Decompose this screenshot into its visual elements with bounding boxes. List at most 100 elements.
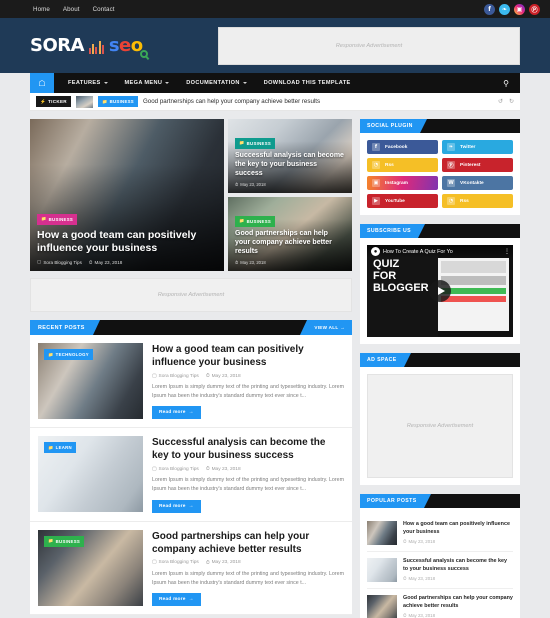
post-thumbnail[interactable]: 📁 TECHNOLOGY bbox=[38, 343, 143, 419]
ticker-headline[interactable]: Good partnerships can help your company … bbox=[143, 98, 320, 105]
featured-secondary-category-2[interactable]: 📁 BUSINESS bbox=[235, 215, 276, 227]
topnav-home[interactable]: Home bbox=[33, 6, 50, 13]
nav-item-features[interactable]: FEATURES bbox=[68, 80, 108, 86]
pinterest-icon[interactable]: Ⓟ bbox=[529, 3, 540, 15]
featured-main-date: ⏱ May 23, 2018 bbox=[89, 260, 122, 265]
post-author: ▢ Sora Blogging Tips bbox=[152, 373, 199, 379]
social-button-vkontakte[interactable]: W VKontakte bbox=[442, 176, 513, 190]
ticker-next-icon[interactable]: ↻ bbox=[509, 98, 514, 105]
view-all-label: VIEW ALL bbox=[314, 325, 339, 330]
post-category-badge[interactable]: 📁 TECHNOLOGY bbox=[44, 349, 93, 360]
read-more-button[interactable]: Read more → bbox=[152, 499, 201, 513]
post-item[interactable]: 📁 TECHNOLOGY How a good team can positiv… bbox=[30, 335, 352, 429]
popular-post-text: Good partnerships can help your company … bbox=[403, 595, 513, 618]
popular-post-item[interactable]: Good partnerships can help your company … bbox=[367, 588, 513, 618]
vkontakte-icon: W bbox=[447, 179, 455, 187]
popular-post-title[interactable]: Successful analysis can become the key t… bbox=[403, 558, 513, 573]
read-more-button[interactable]: Read more → bbox=[152, 593, 201, 607]
nav-label-documentation: DOCUMENTATION bbox=[186, 80, 240, 86]
sidebar-ad-label: Responsive Advertisement bbox=[406, 423, 474, 429]
social-button-rss[interactable]: ◔ Rss bbox=[367, 158, 438, 172]
widget-popular-posts: POPULAR POSTS How a good team can positi… bbox=[360, 494, 520, 618]
post-item[interactable]: 📁 BUSINESS Good partnerships can help yo… bbox=[30, 521, 352, 616]
video-title[interactable]: How To Create A Quiz For Yo bbox=[383, 249, 453, 255]
featured-secondary-title-1[interactable]: Successful analysis can become the key t… bbox=[235, 152, 345, 179]
quiz-wrong-bar bbox=[441, 296, 506, 302]
instagram-icon[interactable]: ▣ bbox=[514, 3, 525, 15]
featured-main-author-label: Sora Blogging Tips bbox=[43, 259, 82, 265]
header-advertisement: Responsive Advertisement bbox=[218, 26, 520, 65]
topnav-about[interactable]: About bbox=[63, 6, 80, 13]
nav-item-download[interactable]: DOWNLOAD THIS TEMPLATE bbox=[264, 80, 351, 86]
video-player[interactable]: QUIZ FOR BLOGGER ● How To Create A Quiz … bbox=[367, 245, 513, 337]
subscribe-body: QUIZ FOR BLOGGER ● How To Create A Quiz … bbox=[360, 238, 520, 344]
widget-ad-space: AD SPACE Responsive Advertisement bbox=[360, 353, 520, 485]
bolt-icon: ⚡ bbox=[40, 98, 47, 104]
topnav-contact[interactable]: Contact bbox=[93, 6, 115, 13]
post-date-label: May 23, 2018 bbox=[211, 560, 241, 566]
post-title[interactable]: Good partnerships can help your company … bbox=[152, 530, 344, 556]
main-column: 📁 BUSINESS How a good team can positivel… bbox=[30, 119, 352, 618]
post-excerpt: Lorem Ipsum is simply dummy text of the … bbox=[152, 570, 344, 586]
play-button-icon[interactable] bbox=[429, 280, 451, 302]
inline-advertisement: Responsive Advertisement bbox=[30, 278, 352, 312]
home-icon[interactable]: ☖ bbox=[30, 73, 54, 93]
featured-secondary-post-2[interactable]: 📁 BUSINESS Good partnerships can help yo… bbox=[228, 197, 352, 271]
view-all-button[interactable]: VIEW ALL → bbox=[300, 320, 352, 335]
post-category-badge[interactable]: 📁 BUSINESS bbox=[44, 535, 85, 547]
social-button-label: Rss bbox=[385, 162, 394, 168]
post-thumbnail[interactable]: 📁 BUSINESS bbox=[38, 529, 143, 606]
post-category-badge[interactable]: 📁 LEARN bbox=[44, 442, 76, 454]
twitter-icon[interactable]: ❧ bbox=[499, 3, 510, 15]
featured-main-post[interactable]: 📁 BUSINESS How a good team can positivel… bbox=[30, 119, 224, 271]
social-button-pinterest[interactable]: Ⓟ Pinterest bbox=[442, 158, 513, 172]
post-title[interactable]: How a good team can positively influence… bbox=[152, 343, 344, 369]
popular-post-title[interactable]: How a good team can positively influence… bbox=[403, 521, 513, 536]
featured-main-category[interactable]: 📁 BUSINESS bbox=[37, 213, 78, 225]
read-more-label: Read more bbox=[159, 410, 186, 416]
widget-social-plugin: SOCIAL PLUGIN f Facebook ❧ Twitter ◔ Rss… bbox=[360, 119, 520, 215]
more-options-icon[interactable]: ⋮ bbox=[504, 248, 510, 255]
chevron-down-icon bbox=[165, 82, 170, 84]
post-item[interactable]: 📁 LEARN Successful analysis can become t… bbox=[30, 428, 352, 522]
featured-secondary-title-2[interactable]: Good partnerships can help your company … bbox=[235, 230, 345, 257]
widget-header: SUBSCRIBE US bbox=[360, 224, 520, 238]
nav-items: FEATURES MEGA MENU DOCUMENTATION DOWNLOA… bbox=[54, 73, 351, 93]
nav-item-mega-menu[interactable]: MEGA MENU bbox=[125, 80, 170, 86]
social-button-rss-2[interactable]: ◔ Rss bbox=[442, 194, 513, 208]
user-icon: ▢ bbox=[152, 466, 157, 472]
facebook-icon[interactable]: f bbox=[484, 3, 495, 15]
video-overlay-line3: BLOGGER bbox=[373, 281, 429, 294]
popular-post-item[interactable]: How a good team can positively influence… bbox=[367, 515, 513, 551]
featured-main-title[interactable]: How a good team can positively influence… bbox=[37, 229, 217, 255]
social-button-instagram[interactable]: ▣ Instagram bbox=[367, 176, 438, 190]
site-logo[interactable]: SORA seo bbox=[30, 35, 148, 58]
featured-secondary-post-1[interactable]: 📁 BUSINESS Successful analysis can becom… bbox=[228, 119, 352, 193]
social-button-youtube[interactable]: ▶ YouTube bbox=[367, 194, 438, 208]
post-date-label: May 23, 2018 bbox=[211, 373, 241, 379]
read-more-button[interactable]: Read more → bbox=[152, 406, 201, 420]
social-button-twitter[interactable]: ❧ Twitter bbox=[442, 140, 513, 154]
ticker-category-badge[interactable]: 📁 BUSINESS bbox=[97, 96, 138, 107]
search-icon[interactable]: ⚲ bbox=[503, 73, 520, 93]
widget-subscribe: SUBSCRIBE US QUIZ FOR BLOGGER ● How To C… bbox=[360, 224, 520, 344]
post-thumbnail[interactable]: 📁 LEARN bbox=[38, 436, 143, 513]
popular-post-title[interactable]: Good partnerships can help your company … bbox=[403, 595, 513, 610]
read-more-label: Read more bbox=[159, 597, 186, 603]
nav-label-features: FEATURES bbox=[68, 80, 101, 86]
popular-post-thumbnail bbox=[367, 521, 397, 545]
popular-post-item[interactable]: Successful analysis can become the key t… bbox=[367, 551, 513, 588]
post-title[interactable]: Successful analysis can become the key t… bbox=[152, 436, 344, 462]
chevron-down-icon bbox=[103, 82, 108, 84]
popular-post-date-label: May 23, 2018 bbox=[408, 576, 436, 582]
clock-icon: ⏱ bbox=[205, 560, 210, 566]
folder-icon: 📁 bbox=[48, 538, 54, 544]
ticker-prev-icon[interactable]: ↺ bbox=[498, 98, 503, 105]
youtube-icon: ▶ bbox=[372, 197, 380, 205]
nav-item-documentation[interactable]: DOCUMENTATION bbox=[186, 80, 247, 86]
social-button-facebook[interactable]: f Facebook bbox=[367, 140, 438, 154]
clock-icon: ⏱ bbox=[403, 539, 407, 545]
main-navigation: ☖ FEATURES MEGA MENU DOCUMENTATION DOWNL… bbox=[30, 73, 520, 93]
inline-ad-label: Responsive Advertisement bbox=[157, 292, 225, 298]
featured-secondary-category-1[interactable]: 📁 BUSINESS bbox=[235, 137, 276, 149]
